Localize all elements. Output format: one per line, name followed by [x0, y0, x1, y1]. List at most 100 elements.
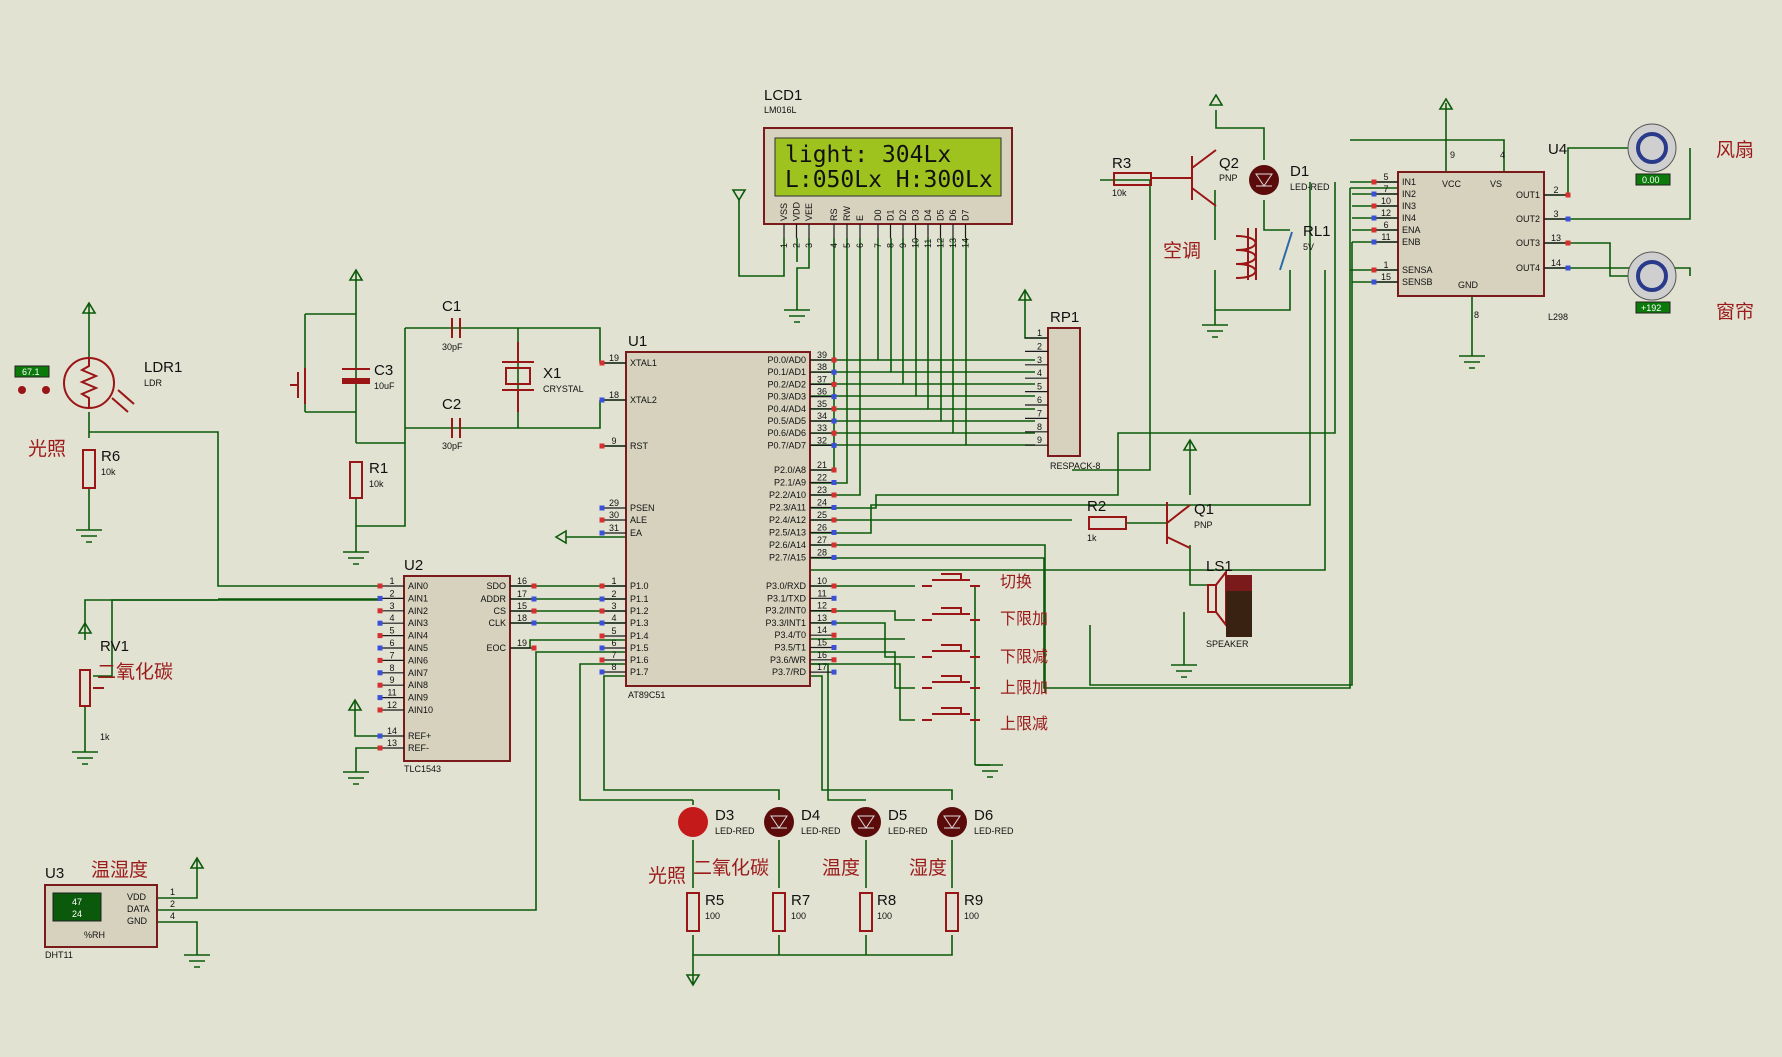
adc-chip[interactable]: U2 TLC1543 1 AIN0 2 AIN1 3 AIN2 4 AIN3 5 AIN4 6 AIN…	[377, 557, 537, 774]
lower-up-button[interactable]	[922, 607, 980, 621]
resistor-r6[interactable]: R6 10k	[82, 448, 120, 489]
driver-vcc-num: 9	[1450, 150, 1455, 160]
decrease-button[interactable]	[18, 386, 26, 394]
pin-name: ADDR	[480, 594, 506, 604]
pin-state-marker	[599, 360, 605, 366]
driver-vs-num: 4	[1500, 150, 1505, 160]
pin-state-marker	[599, 608, 605, 614]
led-d1[interactable]: D1 LED-RED	[1249, 163, 1330, 195]
dht-unit: %RH	[84, 930, 105, 940]
resistor-r3[interactable]: R3 10k	[1112, 155, 1152, 198]
pin-state-marker	[831, 632, 837, 638]
led-d4[interactable]: D4 LED-RED	[764, 807, 841, 837]
lcd-module[interactable]: LCD1 LM016L light: 304Lx L:050Lx H:300Lx…	[763, 87, 1013, 248]
pin-name: AIN5	[408, 643, 428, 653]
resistor-r8[interactable]: R8 100	[859, 892, 896, 932]
pin-name: AIN1	[408, 593, 428, 603]
pin-number: 2	[1553, 185, 1558, 195]
pin-number: 12	[387, 700, 397, 710]
pin-name: P0.7/AD7	[767, 440, 806, 450]
r6-ref: R6	[101, 448, 120, 465]
pin-name: P0.0/AD0	[767, 355, 806, 365]
capacitor-c2[interactable]: C2 30pF	[442, 396, 463, 451]
motor-fan[interactable]: 0.00	[1627, 123, 1677, 186]
respack-ref: RP1	[1050, 309, 1079, 326]
increase-button[interactable]	[42, 386, 50, 394]
pin-number: 38	[817, 362, 827, 372]
label-upper-down: 上限减	[1000, 714, 1048, 733]
pin-state-marker	[1565, 192, 1571, 198]
pin-name: P2.5/A13	[769, 528, 806, 538]
pin-number: 14	[817, 625, 827, 635]
ground-icon	[1202, 324, 1228, 338]
d6-ref: D6	[974, 807, 993, 824]
r3-value: 10k	[1112, 188, 1127, 198]
resistor-r1[interactable]: R1 10k	[349, 460, 388, 499]
pin-state-marker	[1565, 265, 1571, 271]
led-d3[interactable]: D3 LED-RED	[678, 807, 755, 837]
pin-number: 22	[817, 473, 827, 483]
pin-number: 6	[855, 243, 865, 248]
motor-curtain[interactable]: +192	[1627, 251, 1677, 314]
transistor-q2[interactable]: Q2 PNP	[1151, 149, 1239, 207]
push-buttons[interactable]	[922, 573, 980, 721]
pin-number: 2	[389, 588, 394, 598]
switch-button[interactable]	[922, 573, 980, 587]
pin-state-marker	[831, 406, 837, 412]
pin-state-marker	[1371, 215, 1377, 221]
pin-number: 23	[817, 485, 827, 495]
capacitor-c1[interactable]: C1 30pF	[442, 298, 463, 352]
led-d5[interactable]: D5 LED-RED	[851, 807, 928, 837]
pin-number: 39	[817, 350, 827, 360]
r6-value: 10k	[101, 467, 116, 477]
resistor-r5[interactable]: R5 100	[686, 892, 724, 932]
pin-name: VDD	[792, 201, 802, 221]
transistor-q1[interactable]: Q1 PNP	[1166, 501, 1214, 549]
ldr-sensor[interactable]: 67.1 LDR1 LDR	[14, 357, 182, 413]
power-arrow-icon	[731, 189, 747, 202]
pin-number: 2	[611, 589, 616, 599]
pin-number: 3	[804, 243, 814, 248]
pin-state-marker	[599, 669, 605, 675]
dht-pin-num-1: 1	[170, 887, 175, 897]
pin-number: 4	[389, 613, 394, 623]
pin-name: AIN0	[408, 581, 428, 591]
reset-button[interactable]	[290, 368, 306, 404]
pin-number: 6	[389, 638, 394, 648]
speaker-ls1[interactable]: LS1 SPEAKER	[1206, 558, 1252, 649]
pin-number: 4	[829, 243, 839, 248]
lower-down-button[interactable]	[922, 644, 980, 658]
pin-number: 16	[517, 576, 527, 586]
upper-down-button[interactable]	[922, 707, 980, 721]
resistor-pack[interactable]: RP1 RESPACK-8 1 2 3 4 5 6 7 8 9	[1025, 309, 1100, 471]
upper-up-button[interactable]	[922, 675, 980, 689]
pin-state-marker	[377, 745, 383, 751]
mcu-chip[interactable]: U1 AT89C51 19 XTAL118 XTAL29 RST29 PSEN30 ALE…	[599, 333, 837, 700]
resistor-icon	[859, 892, 873, 932]
motor-driver-chip[interactable]: U4 L298 5 IN1 7 IN2 10 IN3 12 IN4 6 ENA 11 ENB 1 SENS…	[1371, 141, 1571, 322]
curtain-reading: +192	[1641, 303, 1661, 313]
resistor-icon	[1113, 172, 1152, 186]
pin-number: 13	[387, 738, 397, 748]
resistor-r9[interactable]: R9 100	[945, 892, 983, 932]
label-led-light: 光照	[648, 865, 686, 887]
crystal-x1[interactable]: X1 CRYSTAL	[502, 342, 584, 412]
q2-value: PNP	[1219, 173, 1238, 183]
pin-number: 15	[817, 638, 827, 648]
pin-name: D4	[923, 209, 933, 221]
pin-name: ENB	[1402, 237, 1421, 247]
pin-name: P2.0/A8	[774, 465, 806, 475]
pin-name: AIN9	[408, 693, 428, 703]
pin-name: IN3	[1402, 201, 1416, 211]
resistor-r7[interactable]: R7 100	[772, 892, 810, 932]
relay-rl1[interactable]: RL1 5V	[1235, 223, 1331, 280]
pin-state-marker	[377, 670, 383, 676]
mcu-model: AT89C51	[628, 690, 665, 700]
pin-state-marker	[831, 418, 837, 424]
potentiometer-rv1[interactable]: RV1 1k	[79, 638, 129, 742]
led-d6[interactable]: D6 LED-RED	[937, 807, 1014, 837]
d5-value: LED-RED	[888, 826, 928, 836]
rv1-value: 1k	[100, 732, 110, 742]
pin-state-marker	[531, 620, 537, 626]
capacitor-c3[interactable]: C3 10uF	[342, 362, 395, 391]
